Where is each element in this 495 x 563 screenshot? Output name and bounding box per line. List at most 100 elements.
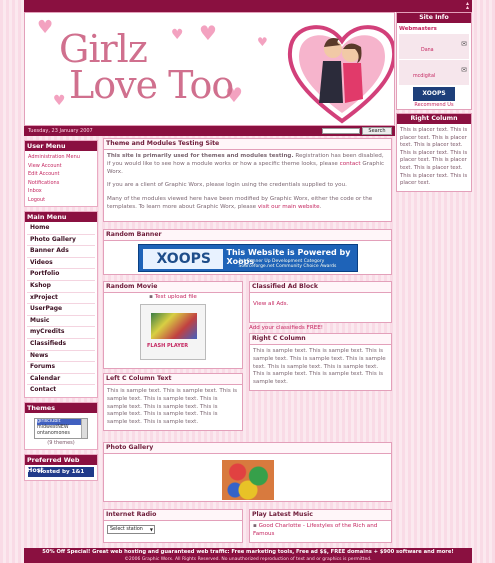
right-c-column-block: Right C Column This is sample text. This… — [249, 333, 392, 391]
xoops-badge[interactable]: XOOPS — [413, 87, 455, 101]
themes-block: Themes girlsclubit midwestNEW ontanomone… — [24, 401, 98, 450]
theme-select[interactable]: girlsclubit midwestNEW ontanomones — [34, 417, 88, 439]
webmaster-name[interactable]: Dana — [421, 48, 434, 53]
recommend-us-link[interactable]: Recommend Us — [397, 101, 471, 109]
photo-gallery-title: Photo Gallery — [104, 443, 391, 454]
search-button[interactable]: Search — [362, 127, 392, 135]
photo-gallery-block: Photo Gallery — [103, 442, 392, 502]
main-menu-item-userpage[interactable]: UserPage — [27, 304, 95, 316]
footer-copyright: ©2006 Graphic Worx. All Rights Reserved.… — [24, 557, 472, 563]
testing-site-intro: This site is primarily used for themes a… — [107, 153, 388, 176]
random-banner-title: Random Banner — [104, 230, 391, 241]
user-menu: User Menu Administration Menu View Accou… — [24, 140, 98, 207]
view-all-ads-link[interactable]: View all Ads. — [253, 301, 388, 309]
internet-radio-block: Internet Radio Select station ▼ — [103, 509, 243, 543]
web-host-banner[interactable]: Hosted by 1&1 — [28, 466, 94, 477]
xoops-banner-subtext: 1st Runner Up Development Category Sourc… — [238, 259, 337, 269]
left-column: User Menu Administration Menu View Accou… — [24, 140, 98, 485]
webmaster-name[interactable]: mcdigital — [413, 74, 435, 79]
logo-line-1: Girlz — [59, 27, 148, 71]
date-bar: Tuesday, 23 January 2007 Search — [24, 126, 395, 136]
main-menu-item-contact[interactable]: Contact — [27, 385, 95, 396]
message-icon[interactable]: ✉ — [461, 40, 467, 48]
chevron-down-icon: ▼ — [149, 527, 153, 532]
testing-site-block: Theme and Modules Testing Site This site… — [103, 138, 392, 222]
top-bar: ▴ ▴ — [24, 0, 472, 12]
classified-ad-title: Classified Ad Block — [250, 282, 391, 293]
heart-icon: ♥ — [257, 35, 268, 49]
xoops-logo: XOOPS — [142, 249, 223, 269]
movie-link[interactable]: Test upload file — [155, 294, 197, 300]
site-header: ♥ ♥ ♥ ♥ ♥ ♥ Girlz Love Too — [24, 12, 395, 126]
main-menu-item-forums[interactable]: Forums — [27, 362, 95, 374]
music-track-link[interactable]: Good Charlotte - Lifestyles of the Rich … — [253, 523, 377, 537]
web-host-title: Preferred Web Host — [25, 454, 97, 474]
main-menu-title: Main Menu — [25, 212, 97, 222]
theme-count: (9 themes) — [47, 439, 75, 446]
heart-icon: ♥ — [37, 17, 54, 38]
user-menu-item[interactable]: Administration Menu — [28, 153, 94, 162]
left-c-column-text: This is sample text. This is sample text… — [107, 388, 238, 426]
theme-option[interactable]: ontanomones — [37, 431, 87, 437]
themes-title: Themes — [25, 402, 97, 413]
user-menu-item[interactable]: Notifications — [28, 179, 94, 188]
testing-site-about: Many of the modules viewed here have bee… — [107, 196, 388, 212]
main-menu-item-videos[interactable]: Videos — [27, 258, 95, 270]
site-logo[interactable]: Girlz Love Too — [59, 27, 234, 107]
gallery-thumbnail[interactable] — [221, 460, 274, 500]
internet-radio-title: Internet Radio — [104, 510, 242, 521]
testing-site-title: Theme and Modules Testing Site — [104, 139, 391, 150]
logo-line-2: Love Too — [69, 63, 234, 107]
user-menu-item[interactable]: View Account — [28, 162, 94, 171]
main-menu-item-portfolio[interactable]: Portfolio — [27, 269, 95, 281]
random-movie-block: Random Movie ▪ Test upload file FLASH PL… — [103, 281, 243, 369]
testing-site-about-text: Many of the modules viewed here have bee… — [107, 196, 373, 210]
left-c-column-block: Left C Column Text This is sample text. … — [103, 373, 243, 431]
left-c-column-title: Left C Column Text — [104, 374, 242, 385]
main-menu-item-photo-gallery[interactable]: Photo Gallery — [27, 235, 95, 247]
main-menu-item-home[interactable]: Home — [27, 223, 95, 235]
random-banner-block: Random Banner XOOPS This Website is Powe… — [103, 229, 392, 275]
latest-music-title: Play Latest Music — [250, 510, 391, 521]
main-menu-item-xproject[interactable]: xProject — [27, 293, 95, 305]
main-menu-item-banner-ads[interactable]: Banner Ads — [27, 246, 95, 258]
couple-heart-illustration — [287, 25, 394, 124]
user-menu-item[interactable]: Inbox — [28, 187, 94, 196]
footer-promo[interactable]: 50% Off Special! Great web hosting and g… — [24, 548, 472, 557]
right-c-column-title: Right C Column — [250, 334, 391, 345]
user-menu-item[interactable]: Logout — [28, 196, 94, 205]
right-c-column-text: This is sample text. This is sample text… — [253, 348, 386, 386]
webmaster-row: Dana ✉ — [399, 34, 469, 59]
main-menu-item-calendar[interactable]: Calendar — [27, 374, 95, 386]
add-classifieds-link[interactable]: Add your classifieds FREE! — [249, 325, 323, 331]
station-select[interactable]: Select station ▼ — [107, 525, 155, 534]
flash-player-thumbnail[interactable]: FLASH PLAYER — [140, 303, 206, 360]
message-icon[interactable]: ✉ — [461, 66, 467, 74]
search-input[interactable] — [322, 128, 360, 134]
contact-link[interactable]: contact — [340, 161, 361, 167]
station-select-value: Select station — [110, 527, 143, 532]
main-menu-item-music[interactable]: Music — [27, 316, 95, 328]
testing-site-about-end: . — [319, 203, 322, 210]
site-info-title: Site Info — [397, 13, 471, 23]
site-info-block: Site Info Webmasters Dana ✉ mcdigital ✉ … — [396, 12, 472, 110]
main-menu-item-news[interactable]: News — [27, 351, 95, 363]
user-menu-title: User Menu — [25, 141, 97, 151]
flash-logo-image — [151, 312, 197, 339]
main-website-link[interactable]: visit our main website — [258, 204, 320, 210]
main-menu-item-classifieds[interactable]: Classifieds — [27, 339, 95, 351]
top-bar-icons[interactable]: ▴ ▴ — [466, 1, 469, 11]
latest-music-block: Play Latest Music ▪ Good Charlotte - Lif… — [249, 509, 392, 543]
main-menu-item-mycredits[interactable]: myCredits — [27, 327, 95, 339]
xoops-banner[interactable]: XOOPS This Website is Powered by Xoops 1… — [137, 244, 358, 272]
right-column-block: Right Column This is placer text. This i… — [396, 113, 472, 192]
theme-select-scrollbar[interactable] — [81, 418, 87, 438]
web-host-block: Preferred Web Host Hosted by 1&1 — [24, 453, 98, 481]
webmasters-label: Webmasters — [399, 26, 437, 32]
user-menu-item[interactable]: Edit Account — [28, 170, 94, 179]
testing-site-intro-bold: This site is primarily used for themes a… — [107, 153, 294, 159]
classified-ad-block: Classified Ad Block View all Ads. — [249, 281, 392, 323]
main-menu-item-kshop[interactable]: Kshop — [27, 281, 95, 293]
main-menu: Main Menu Home Photo Gallery Banner Ads … — [24, 211, 98, 398]
right-column-title: Right Column — [397, 114, 471, 124]
